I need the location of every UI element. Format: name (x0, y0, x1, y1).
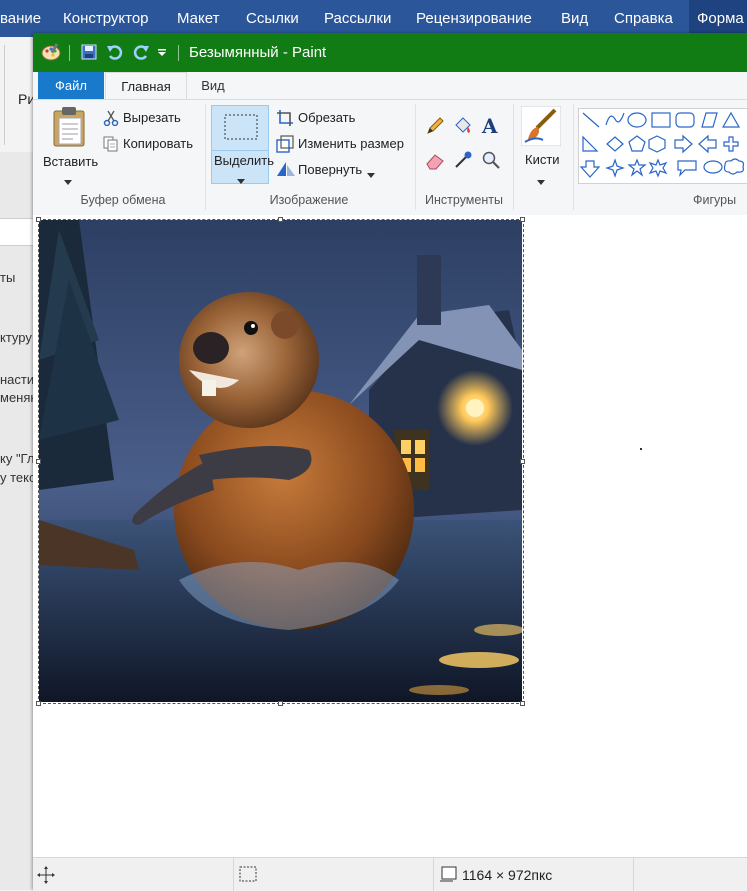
brush-icon[interactable] (520, 105, 562, 149)
selection-rectangle[interactable] (38, 219, 524, 704)
tools-group-label: Инструменты (425, 193, 503, 207)
image-size-text: 1164 × 972пкс (462, 867, 553, 883)
rotate-button[interactable]: Повернуть (298, 162, 362, 177)
ribbon-tabs: Файл Главная Вид (33, 72, 747, 101)
canvas-area[interactable] (33, 215, 747, 856)
color-picker-icon[interactable] (453, 150, 473, 173)
word-tab-design-partial[interactable]: вание (0, 0, 41, 37)
resize-handle[interactable] (278, 217, 283, 222)
crop-button[interactable]: Обрезать (298, 110, 355, 125)
fill-icon[interactable] (453, 116, 473, 139)
select-dropdown-icon[interactable] (237, 172, 245, 187)
resize-handle[interactable] (36, 459, 41, 464)
pencil-icon[interactable] (425, 116, 445, 139)
select-label: Выделить (214, 153, 274, 168)
word-ribbon-body: Ри (0, 37, 35, 153)
rotate-icon (276, 161, 296, 180)
scissors-icon (103, 110, 119, 129)
selection-size-icon (239, 866, 257, 885)
word-doc-line: ты (0, 270, 16, 285)
shapes-group-label: Фигуры (693, 193, 737, 207)
word-tab-mailings[interactable]: Рассылки (324, 0, 391, 37)
rotate-dropdown-icon[interactable] (367, 166, 375, 181)
word-tab-view[interactable]: Вид (561, 0, 588, 37)
magnifier-icon[interactable] (481, 150, 501, 173)
resize-icon (276, 135, 294, 156)
cut-button[interactable]: Вырезать (123, 110, 181, 125)
paint-window: Безымянный - Paint Файл Главная Вид Вста… (33, 33, 747, 891)
brushes-dropdown-icon[interactable] (537, 173, 545, 188)
move-cursor-icon (37, 866, 55, 887)
resize-handle[interactable] (520, 701, 525, 706)
crop-icon (276, 109, 294, 130)
copy-icon (103, 136, 119, 155)
text-icon[interactable]: A (481, 114, 501, 139)
resize-handle[interactable] (520, 217, 525, 222)
word-tab-layout[interactable]: Макет (177, 0, 219, 37)
select-icon (224, 114, 258, 143)
resize-handle[interactable] (36, 701, 41, 706)
word-doc-strip (0, 218, 33, 246)
redo-icon[interactable] (131, 42, 151, 62)
paste-dropdown-icon[interactable] (64, 173, 72, 188)
word-tab-format[interactable]: Форма (689, 0, 747, 37)
word-tab-help[interactable]: Справка (614, 0, 673, 37)
tab-home[interactable]: Главная (105, 72, 187, 101)
undo-icon[interactable] (105, 42, 125, 62)
canvas-dot (640, 448, 642, 450)
resize-button[interactable]: Изменить размер (298, 136, 404, 151)
status-bar: 1164 × 972пкс (33, 857, 747, 891)
tab-file[interactable]: Файл (38, 72, 104, 99)
paste-button[interactable]: Вставить (43, 154, 98, 169)
word-document-area: ты ктуру насти меняю ку "Гл у текс (0, 152, 40, 890)
title-bar: Безымянный - Paint (33, 33, 747, 72)
word-ribbon-tabs: вание Конструктор Макет Ссылки Рассылки … (0, 0, 747, 37)
clipboard-group-label: Буфер обмена (80, 193, 166, 207)
word-doc-line: ку "Гл (0, 451, 35, 466)
word-doc-line: ктуру (0, 330, 32, 345)
word-tab-constructor[interactable]: Конструктор (63, 0, 149, 37)
image-group-label: Изображение (269, 193, 349, 207)
paste-icon[interactable] (51, 106, 87, 151)
word-doc-line: насти (0, 372, 35, 387)
shapes-gallery-icons (579, 111, 745, 178)
quick-access-dropdown-icon[interactable] (155, 42, 169, 62)
ribbon: Вставить Вырезать Копировать Буфер обмен… (33, 99, 747, 216)
resize-handle[interactable] (36, 217, 41, 222)
resize-handle[interactable] (520, 459, 525, 464)
select-button[interactable]: Выделить (211, 105, 274, 187)
svg-text:A: A (481, 114, 498, 136)
resize-handle[interactable] (278, 701, 283, 706)
word-tab-review[interactable]: Рецензирование (416, 0, 532, 37)
brushes-button[interactable]: Кисти (525, 152, 560, 167)
word-tab-references[interactable]: Ссылки (246, 0, 299, 37)
image-size-icon (439, 866, 457, 885)
eraser-icon[interactable] (425, 150, 445, 173)
save-icon[interactable] (79, 42, 99, 62)
word-doc-line: у текс (0, 470, 36, 485)
paint-app-icon (41, 42, 61, 62)
window-title: Безымянный - Paint (189, 44, 327, 61)
shapes-gallery[interactable] (578, 108, 747, 184)
tab-view[interactable]: Вид (193, 72, 233, 99)
copy-button[interactable]: Копировать (123, 136, 193, 151)
